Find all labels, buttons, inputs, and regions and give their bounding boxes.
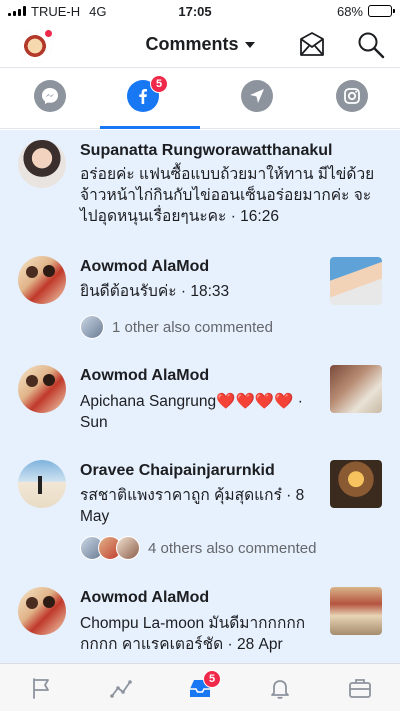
list-item[interactable]: Aowmod AlaMod ยินดีต้อนรับค่ะ · 18:33 1 … [0, 248, 400, 350]
battery-percent: 68% [336, 3, 363, 19]
list-item[interactable]: Aowmod AlaMod Chompu La-moon มันดีมากกกก… [0, 567, 400, 663]
commenter-avatars [80, 536, 140, 560]
comment-separator: · [297, 393, 303, 410]
others-commented-label: 1 other also commented [112, 318, 273, 336]
direct-icon [250, 89, 264, 103]
comment-text-block: อร่อยค่ะ แฟนซื้อแบบถ้วยมาให้ทาน มีไข่ด้ว… [80, 164, 380, 227]
commenter-name: Aowmod AlaMod [80, 258, 210, 275]
comment-time: Sun [80, 414, 108, 431]
comment-list[interactable]: Supanatta Rungworawatthanakul อร่อยค่ะ แ… [0, 130, 400, 663]
comment-text-block: Apichana Sangrung❤️❤️❤️❤️ · Sun [80, 391, 320, 433]
comment-text: รสชาติแพงราคาถูก คุ้มสุดแกร๋ [80, 487, 282, 504]
comment-time: 18:33 [190, 283, 230, 300]
avatar [18, 460, 66, 508]
commenter-name: Oravee Chaipainjarurnkid [80, 462, 275, 479]
insights-icon[interactable] [109, 676, 133, 700]
avatar [18, 140, 66, 188]
comment-time: 16:26 [240, 208, 279, 225]
comment-text-block: Chompu La-moon มันดีมากกกกกกกกก คาแรคเตอ… [80, 613, 320, 655]
comment-separator: · [230, 208, 241, 225]
page-title: Comments [145, 34, 239, 54]
comment-separator: · [227, 636, 237, 653]
top-header: Comments [0, 22, 400, 68]
briefcase-icon[interactable] [348, 676, 372, 700]
bell-icon[interactable] [268, 676, 292, 700]
mail-icon[interactable] [298, 31, 326, 59]
tab-messenger[interactable] [34, 80, 66, 112]
flag-icon[interactable] [29, 676, 53, 700]
comment-text: ยินดีต้อนรับค่ะ [80, 283, 177, 300]
post-thumbnail[interactable] [330, 365, 382, 413]
clock: 17:05 [178, 3, 212, 19]
commenter-name: Aowmod AlaMod [80, 589, 210, 606]
facebook-icon [139, 89, 147, 104]
source-filter-tabs: 5 [0, 69, 400, 129]
others-commented[interactable]: 4 others also commented [80, 536, 316, 560]
avatar [18, 256, 66, 304]
list-item[interactable]: Oravee Chaipainjarurnkid รสชาติแพงราคาถู… [0, 442, 400, 567]
list-item[interactable]: Supanatta Rungworawatthanakul อร่อยค่ะ แ… [0, 130, 400, 248]
comment-separator: · [286, 487, 296, 504]
network-label: 4G [89, 3, 107, 19]
active-tab-indicator [100, 126, 200, 129]
comment-separator: · [180, 283, 191, 300]
avatar [18, 365, 66, 413]
facebook-tab-badge: 5 [150, 75, 168, 93]
inbox-badge: 5 [203, 670, 221, 688]
comment-text-block: รสชาติแพงราคาถูก คุ้มสุดแกร๋ · 8 May [80, 485, 320, 527]
instagram-icon [344, 88, 360, 104]
status-bar: TRUE-H 4G 17:05 68% [0, 0, 400, 22]
tab-instagram[interactable] [336, 80, 368, 112]
post-thumbnail[interactable] [330, 587, 382, 635]
caret-down-icon [244, 42, 255, 49]
signal-icon [8, 6, 26, 16]
commenter-name: Aowmod AlaMod [80, 367, 210, 384]
carrier-label: TRUE-H [31, 3, 81, 19]
comment-text-block: ยินดีต้อนรับค่ะ · 18:33 [80, 281, 320, 302]
post-thumbnail[interactable] [330, 460, 382, 508]
comment-time: 28 Apr [236, 636, 283, 653]
others-commented[interactable]: 1 other also commented [80, 315, 273, 339]
comment-text: อร่อยค่ะ แฟนซื้อแบบถ้วยมาให้ทาน มีไข่ด้ว… [80, 166, 375, 225]
avatar [18, 587, 66, 635]
tab-direct[interactable] [241, 80, 273, 112]
search-icon[interactable] [357, 31, 385, 59]
list-item[interactable]: Aowmod AlaMod Apichana Sangrung❤️❤️❤️❤️ … [0, 350, 400, 442]
commenter-name: Supanatta Rungworawatthanakul [80, 142, 333, 159]
post-thumbnail[interactable] [330, 257, 382, 305]
page-title-dropdown[interactable]: Comments [0, 34, 400, 55]
battery-icon [368, 5, 395, 17]
others-commented-label: 4 others also commented [148, 539, 317, 557]
comment-text: Apichana Sangrung❤️❤️❤️❤️ [80, 393, 294, 410]
messenger-icon [42, 88, 58, 104]
bottom-tab-bar: 5 [0, 663, 400, 711]
commenter-avatars [80, 315, 104, 339]
